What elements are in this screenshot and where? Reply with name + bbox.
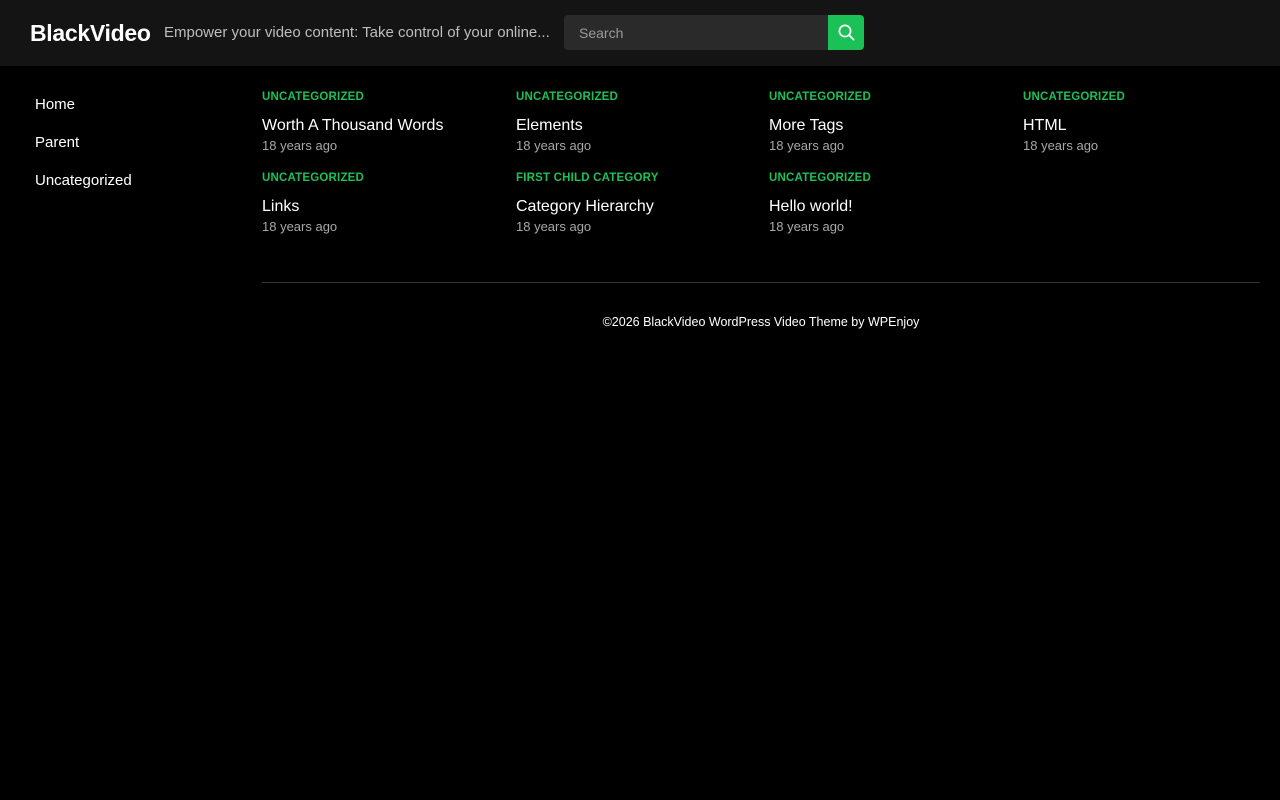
post-card: UNCATEGORIZED Elements 18 years ago bbox=[516, 90, 756, 154]
post-card: UNCATEGORIZED Links 18 years ago bbox=[262, 171, 502, 235]
post-card: FIRST CHILD CATEGORY Category Hierarchy … bbox=[516, 171, 756, 235]
post-time: 18 years ago bbox=[516, 138, 592, 153]
post-title-link[interactable]: Links bbox=[262, 197, 502, 217]
post-title-link[interactable]: More Tags bbox=[769, 116, 1009, 136]
sidebar-item-parent[interactable]: Parent bbox=[35, 132, 235, 170]
footer-divider bbox=[262, 282, 1260, 283]
search-input[interactable] bbox=[564, 15, 828, 50]
footer-copyright: ©2026 BlackVideo WordPress Video Theme b… bbox=[602, 315, 865, 329]
post-card: UNCATEGORIZED Worth A Thousand Words 18 … bbox=[262, 90, 502, 154]
post-time: 18 years ago bbox=[769, 219, 845, 234]
post-title-link[interactable]: Elements bbox=[516, 116, 756, 136]
post-title-link[interactable]: Hello world! bbox=[769, 197, 1009, 217]
post-time: 18 years ago bbox=[1023, 138, 1099, 153]
sidebar-nav: Home Parent Uncategorized bbox=[35, 94, 235, 208]
sidebar-item-uncategorized[interactable]: Uncategorized bbox=[35, 170, 235, 208]
post-card: UNCATEGORIZED HTML 18 years ago bbox=[1023, 90, 1263, 154]
search-icon bbox=[838, 24, 855, 41]
post-time: 18 years ago bbox=[262, 138, 338, 153]
site-footer: ©2026 BlackVideo WordPress Video Theme b… bbox=[262, 314, 1260, 330]
post-category-link[interactable]: UNCATEGORIZED bbox=[262, 171, 502, 185]
post-card: UNCATEGORIZED More Tags 18 years ago bbox=[769, 90, 1009, 154]
post-time: 18 years ago bbox=[262, 219, 338, 234]
post-title-link[interactable]: Worth A Thousand Words bbox=[262, 116, 502, 136]
post-category-link[interactable]: FIRST CHILD CATEGORY bbox=[516, 171, 756, 185]
site-header: BlackVideo Empower your video content: T… bbox=[0, 0, 1280, 66]
post-time: 18 years ago bbox=[516, 219, 592, 234]
post-category-link[interactable]: UNCATEGORIZED bbox=[1023, 90, 1263, 104]
site-tagline: Empower your video content: Take control… bbox=[164, 24, 550, 41]
sidebar-item-home[interactable]: Home bbox=[35, 94, 235, 132]
post-category-link[interactable]: UNCATEGORIZED bbox=[769, 90, 1009, 104]
post-category-link[interactable]: UNCATEGORIZED bbox=[262, 90, 502, 104]
post-category-link[interactable]: UNCATEGORIZED bbox=[769, 171, 1009, 185]
post-title-link[interactable]: HTML bbox=[1023, 116, 1263, 136]
post-title-link[interactable]: Category Hierarchy bbox=[516, 197, 756, 217]
search-button[interactable] bbox=[828, 15, 864, 50]
post-card: UNCATEGORIZED Hello world! 18 years ago bbox=[769, 171, 1009, 235]
site-title[interactable]: BlackVideo bbox=[30, 18, 151, 48]
post-time: 18 years ago bbox=[769, 138, 845, 153]
post-category-link[interactable]: UNCATEGORIZED bbox=[516, 90, 756, 104]
footer-author-link[interactable]: WPEnjoy bbox=[868, 315, 919, 329]
